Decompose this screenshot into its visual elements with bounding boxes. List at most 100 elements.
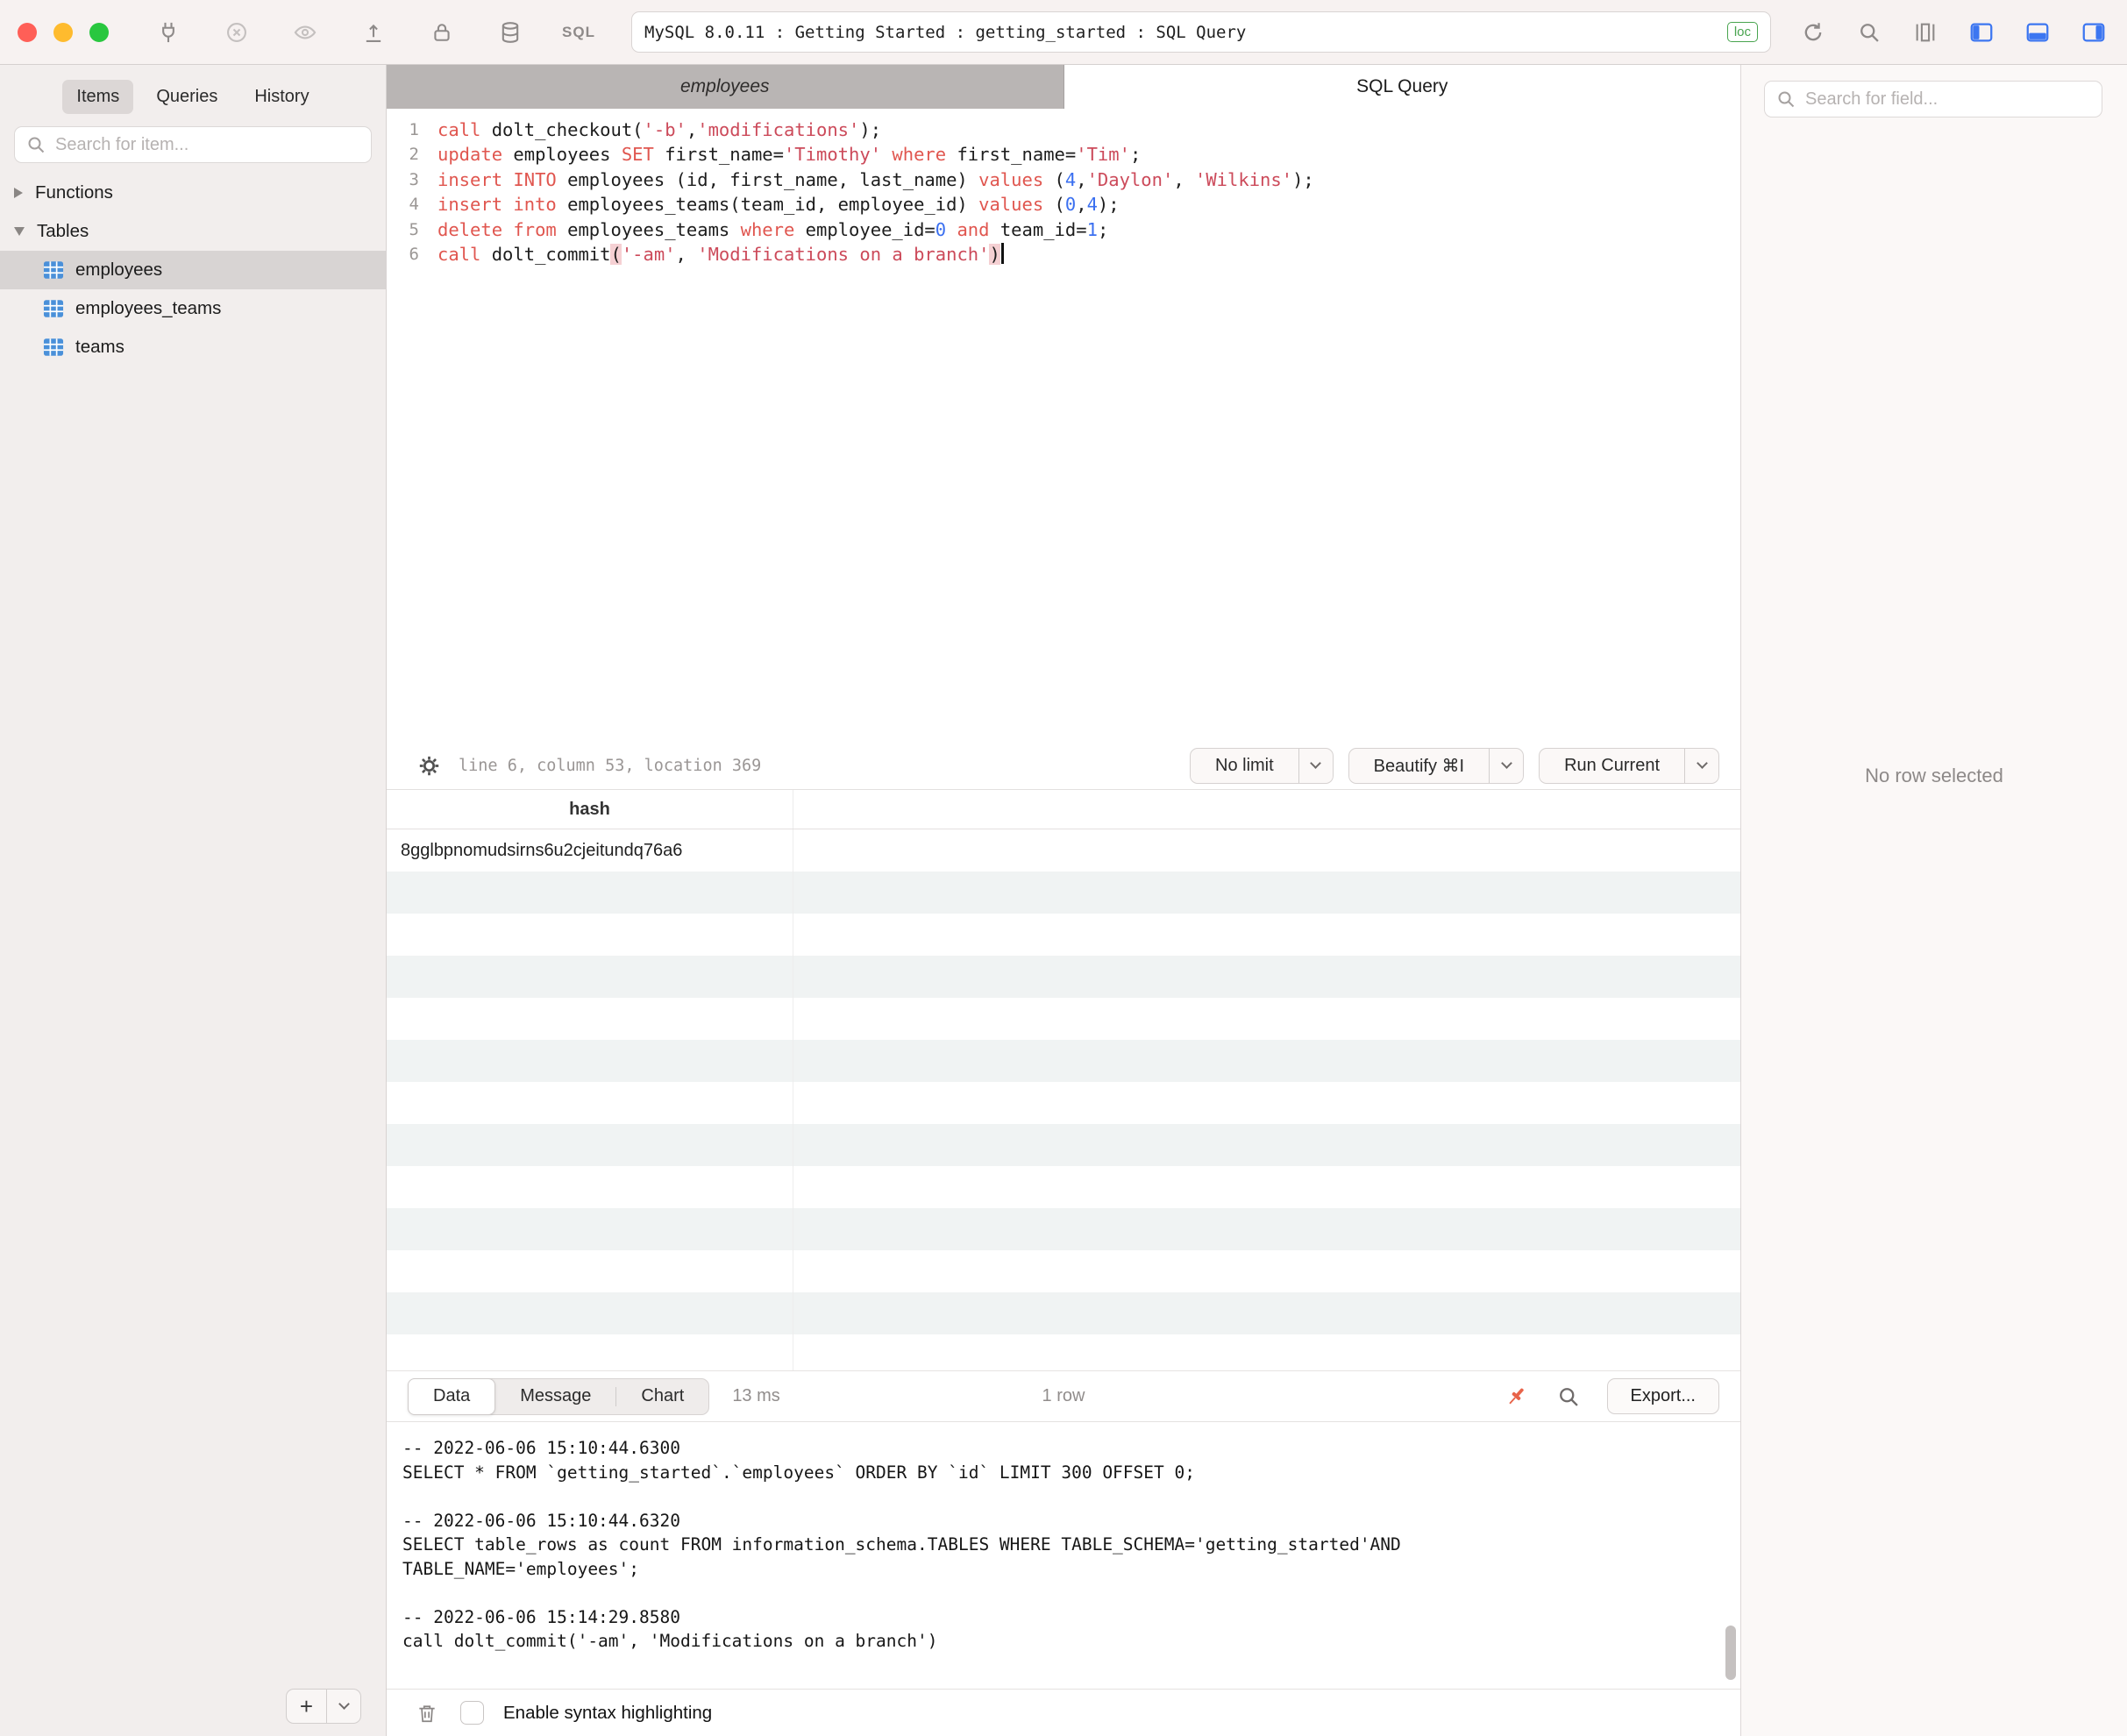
zoom-window-button[interactable] <box>89 22 109 42</box>
sidebar-section-tables[interactable]: Tables <box>0 212 386 251</box>
tab-queries[interactable]: Queries <box>142 80 231 114</box>
sql-editor[interactable]: 123456 call dolt_checkout('-b','modifica… <box>387 109 1740 742</box>
code-line[interactable]: delete from employees_teams where employ… <box>437 217 1314 242</box>
tab-sql-query[interactable]: SQL Query <box>1064 65 1740 109</box>
table-row[interactable] <box>387 1166 1740 1208</box>
code-token: , <box>675 243 698 265</box>
code-token: values <box>978 194 1044 216</box>
code-token: , <box>1173 168 1195 190</box>
table-row[interactable] <box>387 1334 1740 1370</box>
table-row[interactable] <box>387 1292 1740 1334</box>
column-header-hash[interactable]: hash <box>387 790 793 829</box>
search-icon[interactable] <box>1855 18 1883 46</box>
tables-list: employees employees_teamsteams <box>0 251 386 366</box>
database-icon[interactable] <box>496 18 524 46</box>
code-token: employees_teams <box>556 218 741 240</box>
table-row[interactable] <box>387 914 1740 956</box>
table-row[interactable] <box>387 1082 1740 1124</box>
code-token: delete <box>437 218 503 240</box>
code-token: employees <box>502 144 622 166</box>
chevron-down-icon <box>1310 758 1322 769</box>
limit-button[interactable]: No limit <box>1190 747 1334 784</box>
sidebar-item-employees_teams[interactable]: employees_teams <box>0 289 386 328</box>
search-input[interactable] <box>55 134 360 155</box>
minimize-window-button[interactable] <box>53 22 73 42</box>
sidebar-item-teams[interactable]: teams <box>0 328 386 366</box>
beautify-button[interactable]: Beautify ⌘I <box>1348 747 1525 784</box>
table-row[interactable] <box>387 1250 1740 1292</box>
field-search[interactable] <box>1764 81 2102 117</box>
code-line[interactable]: update employees SET first_name='Timothy… <box>437 142 1314 167</box>
connect-icon[interactable] <box>154 18 182 46</box>
tab-history[interactable]: History <box>240 80 323 114</box>
search-icon <box>1778 91 1795 108</box>
table-icon <box>42 336 65 359</box>
pin-icon[interactable] <box>1502 1383 1530 1411</box>
sql-label: SQL <box>562 23 595 40</box>
line-number: 5 <box>409 219 419 239</box>
code-line[interactable]: insert into employees_teams(team_id, emp… <box>437 192 1314 217</box>
table-row[interactable]: 8gglbpnomudsirns6u2cjeitundq76a6 <box>387 829 1740 872</box>
app-window: SQL MySQL 8.0.11 : Getting Started : get… <box>0 0 2127 1736</box>
trash-icon[interactable] <box>413 1699 441 1727</box>
section-label: Functions <box>35 182 113 203</box>
add-item-button[interactable]: + <box>287 1695 326 1718</box>
commit-icon[interactable] <box>359 18 388 46</box>
code-token: employees_teams(team_id, employee_id) <box>556 194 979 216</box>
table-row[interactable] <box>387 872 1740 914</box>
detail-panel: No row selected <box>1740 65 2127 1736</box>
table-row[interactable] <box>387 1124 1740 1166</box>
gear-icon[interactable] <box>415 751 443 779</box>
run-current-button[interactable]: Run Current <box>1539 747 1719 784</box>
close-window-button[interactable] <box>18 22 37 42</box>
line-number: 6 <box>409 244 419 264</box>
eye-icon[interactable] <box>291 18 319 46</box>
toggle-left-panel-icon[interactable] <box>1967 18 1995 46</box>
field-search-input[interactable] <box>1805 89 2091 110</box>
code-token: ); <box>1097 194 1120 216</box>
search-results-icon[interactable] <box>1554 1383 1583 1411</box>
table-row[interactable] <box>387 1208 1740 1250</box>
sidebar-search[interactable] <box>14 126 372 163</box>
segment-data[interactable]: Data <box>408 1377 496 1415</box>
table-row[interactable] <box>387 956 1740 998</box>
code-line[interactable]: insert INTO employees (id, first_name, l… <box>437 167 1314 192</box>
chevron-down-icon <box>14 227 25 236</box>
disconnect-icon[interactable] <box>223 18 251 46</box>
scrollbar-thumb[interactable] <box>1725 1626 1736 1680</box>
segment-chart[interactable]: Chart <box>616 1378 708 1415</box>
columns-icon[interactable] <box>1911 18 1939 46</box>
code-token: and <box>957 218 990 240</box>
toggle-bottom-panel-icon[interactable] <box>2024 18 2052 46</box>
sql-icon[interactable]: SQL <box>562 18 595 46</box>
segment-message[interactable]: Message <box>495 1378 615 1415</box>
syntax-highlight-checkbox[interactable] <box>460 1701 484 1725</box>
sidebar-item-label: employees_teams <box>75 298 222 318</box>
sidebar-item-label: teams <box>75 337 124 357</box>
refresh-icon[interactable] <box>1799 18 1827 46</box>
add-item-dropdown[interactable] <box>327 1698 360 1710</box>
chevron-down-icon <box>338 1698 350 1710</box>
tab-employees[interactable]: employees <box>387 65 1064 109</box>
table-row[interactable] <box>387 998 1740 1040</box>
empty-cell <box>793 998 1740 1040</box>
code-token: from <box>513 218 557 240</box>
sidebar-item-employees[interactable]: employees <box>0 251 386 289</box>
code-line[interactable]: call dolt_checkout('-b','modifications')… <box>437 117 1314 142</box>
sidebar-section-functions[interactable]: Functions <box>0 174 386 212</box>
toggle-right-panel-icon[interactable] <box>2080 18 2108 46</box>
table-row[interactable] <box>387 1040 1740 1082</box>
query-log[interactable]: -- 2022-06-06 15:10:44.6300 SELECT * FROM… <box>387 1421 1740 1689</box>
code-line[interactable]: call dolt_commit('-am', 'Modifications o… <box>437 242 1314 267</box>
results-header[interactable]: hash <box>387 790 1740 829</box>
hash-cell <box>387 956 793 998</box>
empty-cell <box>793 1292 1740 1334</box>
connection-title-field[interactable]: MySQL 8.0.11 : Getting Started : getting… <box>631 11 1771 53</box>
lock-icon[interactable] <box>428 18 456 46</box>
tab-items[interactable]: Items <box>62 79 134 114</box>
code-token: ); <box>859 119 882 140</box>
export-button[interactable]: Export... <box>1606 1378 1719 1414</box>
code-token: values <box>978 168 1044 190</box>
